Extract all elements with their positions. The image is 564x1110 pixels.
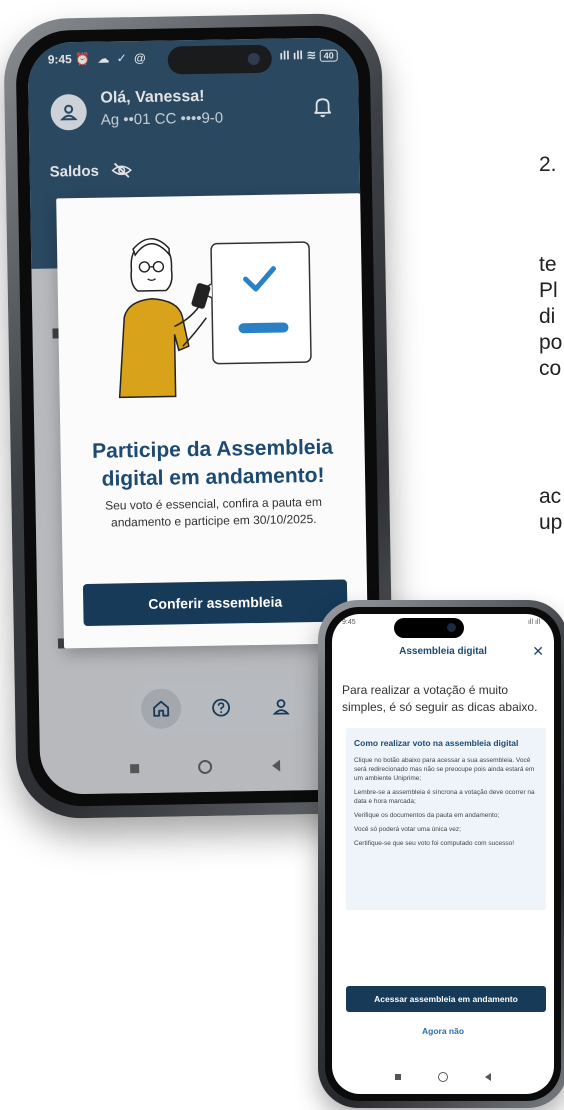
tip-item: Você só poderá votar uma única vez; [354,826,461,833]
slide-text-fragments: te Pl di po co [539,252,562,382]
status-right: ıll ıll [527,619,540,626]
tab-profile[interactable] [261,686,302,727]
check-assembly-button[interactable]: Conferir assembleia [82,579,348,627]
modal-title: Participe da Assembleia digital em andam… [91,435,334,491]
tips-title: Como realizar voto na assembleia digital [354,738,519,748]
system-navigation-bar [332,1072,554,1082]
access-assembly-button[interactable]: Acessar assembleia em andamento [346,986,546,1012]
tips-card: Como realizar voto na assembleia digital… [346,728,546,910]
slide-line: po [539,331,563,354]
back-icon[interactable] [485,1073,492,1081]
back-icon[interactable] [272,759,281,772]
tip-item: Certifique-se que seu voto foi computado… [354,840,515,847]
slide-line: ac [539,485,562,508]
camera-notch [394,618,464,638]
page-title: Assembleia digital [399,646,487,657]
not-now-link[interactable]: Agora não [332,1026,554,1036]
camera-lens-icon [447,623,456,632]
slide-line: co [539,357,562,380]
tip-item: Verifique os documentos da pauta em anda… [354,812,500,819]
home-icon [153,700,170,717]
bottom-tab-bar [130,680,312,736]
recents-icon[interactable] [394,1074,401,1080]
tip-item: Lembre-se a assembleia é síncrona a vota… [354,789,535,805]
slide-number: 2. [539,153,557,176]
voting-illustration [118,238,312,399]
home-circle-icon[interactable] [437,1072,448,1082]
slide-line: Pl [539,279,558,302]
phone-mockup-small: 9:45 ıll ıll Assembleia digital ✕ Para r… [318,600,564,1108]
home-circle-icon[interactable] [198,759,213,775]
phone-bezel: 9:45 ıll ıll Assembleia digital ✕ Para r… [325,607,561,1101]
modal-body: Seu voto é essencial, confira a pauta em… [105,494,323,530]
close-icon[interactable]: ✕ [532,643,544,660]
slide-line: di [539,305,556,328]
recents-icon[interactable] [129,763,140,773]
profile-icon [272,699,290,715]
help-icon [212,698,230,717]
slide-line: up [539,511,563,534]
intro-text: Para realizar a votação é muito simples,… [342,683,538,714]
tip-item: Clique no botão abaixo para acessar a su… [354,757,535,782]
status-time: 9:45 [342,619,356,626]
phone-screen: 9:45 ıll ıll Assembleia digital ✕ Para r… [332,614,554,1094]
tab-home[interactable] [140,688,182,730]
tab-help[interactable] [201,687,242,728]
slide-text-fragments-2: ac up [539,484,562,536]
assembly-modal: Participe da Assembleia digital em andam… [56,193,368,649]
slide-line: te [539,253,557,276]
